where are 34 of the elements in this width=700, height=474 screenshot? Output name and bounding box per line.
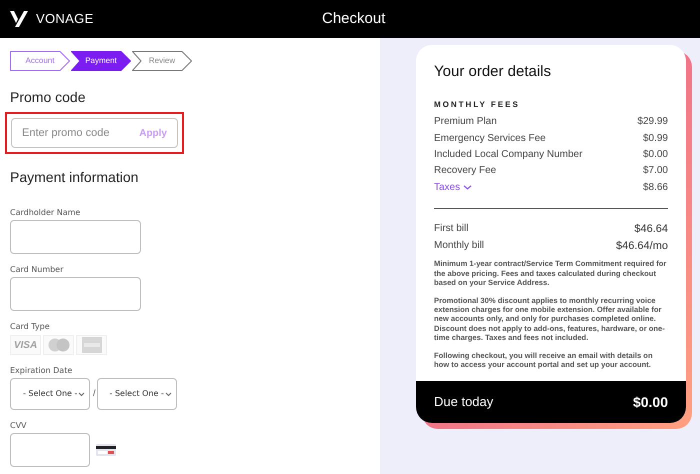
fee-amount: $0.99 (642, 132, 668, 146)
field-label: Cardholder Name (10, 207, 82, 219)
taxes-toggle[interactable]: Taxes (434, 180, 472, 195)
field-label: Card Number (10, 264, 64, 276)
step-tab[interactable]: Review (132, 51, 192, 71)
section-label: MONTHLY FEES (434, 98, 521, 110)
fee-amount: $7.00 (642, 164, 668, 178)
section-heading: Payment information (10, 168, 140, 187)
fee-label: Included Local Company Number (434, 148, 582, 162)
due-label: Due today (434, 393, 494, 412)
date-separator: / (93, 387, 96, 400)
fee-amount: $8.66 (642, 180, 668, 195)
select-dropdown[interactable]: - Select One - (10, 378, 90, 410)
total-amount: $46.64/mo (616, 238, 668, 254)
fee-label: Emergency Services Fee (434, 132, 546, 146)
field-label: Card Type (10, 321, 51, 333)
fee-label: Recovery Fee (434, 164, 496, 178)
total-label: First bill (434, 222, 468, 236)
select-dropdown[interactable]: - Select One - (96, 378, 177, 410)
total-amount: $46.64 (634, 222, 668, 237)
step-tab[interactable]: Account (10, 51, 70, 71)
visa-card-icon: VISA (10, 335, 41, 355)
total-label: Monthly bill (434, 239, 484, 254)
field-label: Expiration Date (10, 365, 74, 377)
fee-amount: $29.99 (637, 115, 668, 130)
card-title: Your order details (434, 62, 552, 82)
page-title: Checkout (322, 8, 386, 29)
brand-name: VONAGE (36, 10, 94, 28)
fee-amount: $0.00 (642, 148, 668, 162)
due-amount: $0.00 (632, 392, 668, 412)
fee-label: Premium Plan (434, 115, 497, 130)
step-tab[interactable]: Payment (71, 51, 131, 71)
field-label: CVV (10, 420, 28, 432)
section-heading: Promo code (10, 88, 86, 107)
